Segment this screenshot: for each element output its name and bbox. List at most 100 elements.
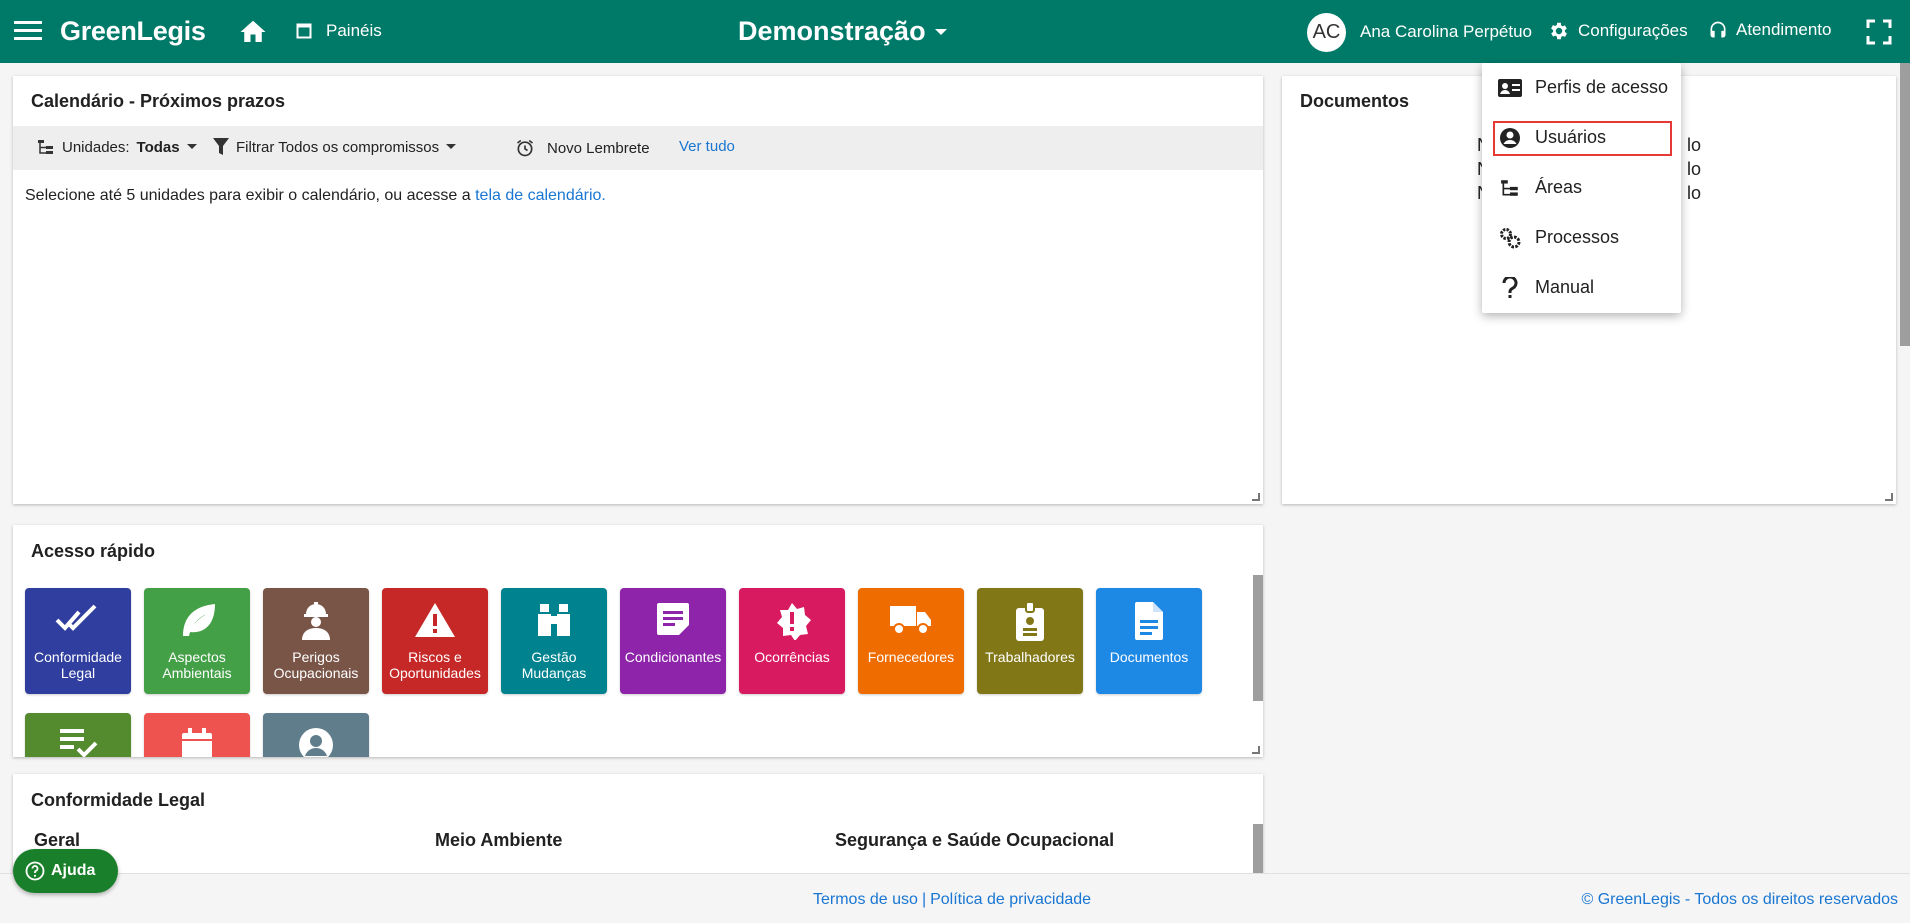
calendar-screen-link[interactable]: tela de calendário. — [475, 187, 606, 204]
support-label: Atendimento — [1736, 20, 1832, 39]
quick-access-scrollbar[interactable] — [1253, 575, 1263, 701]
resize-handle[interactable] — [1252, 746, 1260, 754]
quick-access-card: Acesso rápido Conformidade Legal Aspecto… — [13, 525, 1263, 757]
calendar-message-text: Selecione até 5 unidades para exibir o c… — [25, 187, 471, 204]
tile-perigos-ocupacionais[interactable]: Perigos Ocupacionais — [263, 588, 369, 694]
footer-separator: | — [921, 891, 927, 908]
documents-title: Documentos — [1300, 91, 1410, 111]
tile-calendar[interactable] — [144, 713, 250, 757]
tile-label: Riscos e Oportunidades — [389, 649, 481, 681]
settings-dropdown-menu: Perfis de acesso Usuários Áreas Processo… — [1482, 63, 1681, 313]
commitments-filter[interactable]: Filtrar Todos os compromissos — [213, 138, 457, 156]
settings-button[interactable]: Configurações — [1548, 20, 1688, 42]
terms-link[interactable]: Termos de uso — [813, 891, 918, 908]
headset-icon — [1708, 20, 1728, 40]
caret-down-icon — [186, 144, 197, 150]
help-button[interactable]: Ajuda — [13, 849, 118, 893]
calendar-toolbar: Unidades: Todas Filtrar Todos os comprom… — [13, 126, 1263, 170]
settings-label: Configurações — [1578, 21, 1688, 40]
fullscreen-icon[interactable] — [1866, 19, 1892, 45]
checklist-icon — [25, 727, 131, 757]
badge-icon — [977, 602, 1083, 642]
menu-item-label: Processos — [1535, 227, 1620, 247]
person-icon — [263, 727, 369, 757]
gears-icon — [1498, 226, 1522, 250]
paineis-label: Painéis — [326, 21, 382, 40]
tile-label: Ocorrências — [754, 649, 830, 665]
tile-riscos-oportunidades[interactable]: Riscos e Oportunidades — [382, 588, 488, 694]
calendar-message: Selecione até 5 unidades para exibir o c… — [25, 187, 606, 205]
units-filter[interactable]: Unidades: Todas — [37, 138, 197, 156]
menu-item-label: Manual — [1535, 277, 1595, 297]
calendar-icon — [144, 727, 250, 757]
tile-trabalhadores[interactable]: Trabalhadores — [977, 588, 1083, 694]
tile-profile[interactable] — [263, 713, 369, 757]
avatar[interactable]: AC — [1307, 13, 1346, 52]
app-brand[interactable]: GreenLegis — [60, 16, 206, 47]
tile-label: Conformidade Legal — [34, 649, 122, 681]
tile-label: Aspectos Ambientais — [162, 649, 232, 681]
panel-icon — [296, 23, 312, 39]
double-check-icon — [25, 602, 131, 636]
resize-handle[interactable] — [1885, 493, 1893, 501]
col-geral: Geral — [34, 830, 81, 850]
leaf-icon — [144, 602, 250, 638]
partial-text: lo — [1687, 159, 1702, 179]
tile-checklist[interactable] — [25, 713, 131, 757]
support-button[interactable]: Atendimento — [1708, 20, 1831, 40]
menu-item-label: Áreas — [1535, 177, 1583, 197]
workspace-name: Demonstração — [738, 16, 926, 46]
menu-item-areas[interactable]: Áreas — [1482, 163, 1681, 213]
menu-item-manual[interactable]: Manual — [1482, 263, 1681, 313]
user-name[interactable]: Ana Carolina Perpétuo — [1360, 22, 1532, 42]
footer-links: Termos de uso | Política de privacidade — [813, 891, 1091, 909]
page-scrollbar[interactable] — [1900, 63, 1910, 346]
units-value: Todas — [136, 138, 180, 156]
menu-item-perfis-de-acesso[interactable]: Perfis de acesso — [1482, 63, 1681, 113]
copyright: © GreenLegis - Todos os direitos reserva… — [1581, 891, 1898, 908]
tile-label: Gestão Mudanças — [521, 649, 587, 681]
tile-conformidade-legal[interactable]: Conformidade Legal — [25, 588, 131, 694]
workspace-selector[interactable]: Demonstração — [738, 16, 948, 47]
worker-icon — [263, 602, 369, 640]
alert-burst-icon — [739, 602, 845, 640]
resize-handle[interactable] — [1252, 493, 1260, 501]
truck-icon — [858, 602, 964, 636]
quick-access-title: Acesso rápido — [31, 541, 156, 561]
documents-partial-right: lo lo lo — [1687, 133, 1701, 205]
home-icon[interactable] — [237, 17, 269, 47]
tile-documentos[interactable]: Documentos — [1096, 588, 1202, 694]
tile-label: Condicionantes — [624, 649, 722, 665]
caret-down-icon — [934, 27, 948, 37]
partial-text: lo — [1687, 183, 1702, 203]
menu-item-processos[interactable]: Processos — [1482, 213, 1681, 263]
tile-gestao-mudancas[interactable]: Gestão Mudanças — [501, 588, 607, 694]
hierarchy-icon — [37, 138, 55, 156]
see-all-link[interactable]: Ver tudo — [679, 138, 735, 155]
filter-icon — [213, 138, 229, 156]
hamburger-menu-icon[interactable] — [14, 19, 44, 43]
tile-label: Trabalhadores — [985, 649, 1075, 665]
new-reminder-label: Novo Lembrete — [547, 139, 650, 157]
note-icon — [620, 602, 726, 636]
document-icon — [1096, 602, 1202, 640]
binoculars-icon — [501, 602, 607, 638]
tile-condicionantes[interactable]: Condicionantes — [620, 588, 726, 694]
privacy-link[interactable]: Política de privacidade — [930, 891, 1091, 908]
id-card-icon — [1498, 76, 1522, 100]
new-reminder-button[interactable]: Novo Lembrete — [515, 138, 650, 158]
footer: Termos de uso | Política de privacidade © … — [0, 873, 1910, 923]
calendar-card: Calendário - Próximos prazos Unidades: T… — [13, 76, 1263, 504]
tile-ocorrencias[interactable]: Ocorrências — [739, 588, 845, 694]
warning-icon — [382, 602, 488, 638]
top-app-bar: GreenLegis Painéis Demonstração AC Ana C… — [0, 0, 1910, 63]
highlight-box — [1493, 121, 1672, 156]
paineis-link[interactable]: Painéis — [296, 21, 382, 41]
tile-aspectos-ambientais[interactable]: Aspectos Ambientais — [144, 588, 250, 694]
tile-fornecedores[interactable]: Fornecedores — [858, 588, 964, 694]
question-icon — [1498, 276, 1522, 300]
help-label: Ajuda — [51, 862, 96, 879]
alarm-clock-icon — [515, 138, 535, 158]
hierarchy-icon — [1498, 176, 1522, 200]
tile-label: Perigos Ocupacionais — [273, 649, 359, 681]
